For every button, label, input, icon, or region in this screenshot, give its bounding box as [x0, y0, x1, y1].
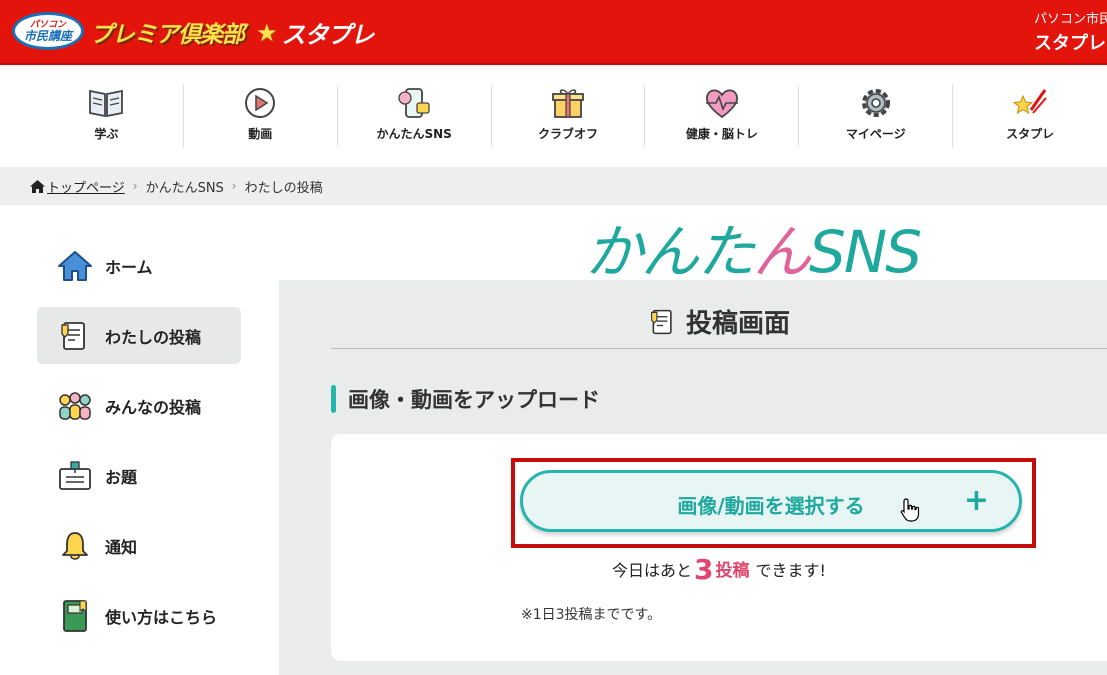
- sidebar-item-notifications[interactable]: 通知: [37, 517, 241, 574]
- home-icon: [57, 248, 93, 284]
- note-pencil-icon: [57, 318, 93, 354]
- kantan-sns-logo[interactable]: かんたんSNS: [585, 205, 922, 289]
- home-icon: [30, 179, 45, 193]
- remain-suffix: できます!: [755, 561, 826, 580]
- sidebar-item-label: みんなの投稿: [105, 397, 202, 417]
- top-header: パソコン 市民講座 プレミア倶楽部 ★ スタプレ パソコン市民 スタプレ: [0, 0, 1107, 65]
- logo-part-c: SNS: [809, 218, 922, 286]
- page-title: 投稿画面: [685, 309, 790, 339]
- nav-label: かんたんSNS: [376, 127, 452, 141]
- logo-part-b: ん: [753, 218, 811, 286]
- logo-part-a: かんた: [585, 218, 755, 286]
- nav-label: クラブオフ: [538, 127, 599, 141]
- nav-item-club-off[interactable]: クラブオフ: [492, 85, 646, 147]
- stapure-logo[interactable]: ★ スタプレ: [256, 15, 375, 50]
- gift-icon: [548, 85, 588, 121]
- guide-book-icon: [57, 598, 93, 634]
- gear-icon: [856, 85, 896, 121]
- sidebar-item-everyone-posts[interactable]: みんなの投稿: [37, 377, 241, 434]
- breadcrumb: トップページ › かんたんSNS › わたしの投稿: [0, 167, 1107, 205]
- sidebar-item-label: 使い方はこちら: [105, 607, 218, 627]
- breadcrumb-home-link[interactable]: トップページ: [47, 177, 125, 196]
- logo-small-top: パソコン: [29, 19, 66, 30]
- section-heading: 画像・動画をアップロード: [331, 384, 600, 414]
- daily-limit-note: ※1日3投稿までです。: [521, 607, 662, 623]
- stapure-logo-text: スタプレ: [281, 21, 375, 49]
- nav-label: 学ぶ: [94, 127, 119, 141]
- nav-item-video[interactable]: 動画: [184, 85, 338, 147]
- board-pin-icon: [57, 458, 93, 494]
- remaining-unit: 投稿: [715, 561, 750, 581]
- pc-shimin-logo[interactable]: パソコン 市民講座: [12, 12, 84, 50]
- sidebar-item-label: ホーム: [105, 257, 153, 277]
- sidebar-item-label: わたしの投稿: [105, 327, 202, 347]
- phone-sns-icon: [394, 85, 434, 121]
- sns-sidebar: ホーム わたしの投稿 みんなの投稿 お題 通知 使い方はこちら: [37, 237, 241, 657]
- sidebar-item-home[interactable]: ホーム: [37, 237, 241, 294]
- breadcrumb-current: わたしの投稿: [244, 180, 323, 196]
- plus-icon: +: [963, 483, 989, 518]
- nav-label: マイページ: [845, 127, 906, 141]
- select-media-button[interactable]: 画像/動画を選択する +: [520, 470, 1022, 532]
- book-icon: [86, 85, 126, 121]
- nav-item-mypage[interactable]: マイページ: [799, 85, 954, 147]
- star-icon: ★: [256, 18, 278, 47]
- play-icon: [240, 85, 280, 121]
- nav-item-learn[interactable]: 学ぶ: [30, 85, 184, 147]
- page-header: 投稿画面: [331, 295, 1107, 349]
- group-icon: [57, 388, 93, 424]
- global-nav: 学ぶ 動画 かんたんSNS クラブオフ 健康・脳トレ マイページ スタプレ: [30, 85, 1107, 147]
- star-icon: [1010, 85, 1050, 121]
- note-pencil-icon: [648, 307, 678, 337]
- sidebar-item-label: 通知: [105, 537, 138, 557]
- user-org-name: パソコン市民: [1034, 12, 1107, 27]
- sidebar-item-theme[interactable]: お題: [37, 447, 241, 504]
- select-media-button-label: 画像/動画を選択する: [677, 494, 865, 518]
- breadcrumb-level1[interactable]: かんたんSNS: [146, 177, 224, 196]
- sidebar-item-my-posts[interactable]: わたしの投稿: [37, 307, 241, 364]
- sidebar-item-label: お題: [105, 467, 138, 487]
- nav-item-sns[interactable]: かんたんSNS: [338, 85, 492, 147]
- heart-pulse-icon: [702, 85, 742, 121]
- remaining-count: 3: [694, 553, 714, 586]
- remaining-posts-message: 今日はあと3 投稿 できます!: [331, 553, 1107, 586]
- sidebar-item-how-to[interactable]: 使い方はこちら: [37, 587, 241, 644]
- nav-label: 健康・脳トレ: [685, 127, 758, 141]
- section-accent-bar: [331, 385, 336, 413]
- premier-club-logo[interactable]: プレミア倶楽部: [90, 15, 245, 49]
- nav-item-health[interactable]: 健康・脳トレ: [645, 85, 800, 147]
- hand-cursor-icon: [900, 498, 920, 522]
- section-title: 画像・動画をアップロード: [348, 388, 600, 412]
- bell-icon: [57, 528, 93, 564]
- nav-label: 動画: [248, 127, 273, 141]
- chevron-right-icon: ›: [132, 179, 138, 193]
- chevron-right-icon: ›: [231, 179, 237, 193]
- nav-label: スタプレ: [1006, 127, 1055, 141]
- nav-item-stapure[interactable]: スタプレ: [953, 85, 1107, 147]
- user-name[interactable]: スタプレ: [1034, 29, 1106, 55]
- remain-prefix: 今日はあと: [612, 561, 693, 580]
- logo-small-bottom: 市民講座: [23, 28, 72, 43]
